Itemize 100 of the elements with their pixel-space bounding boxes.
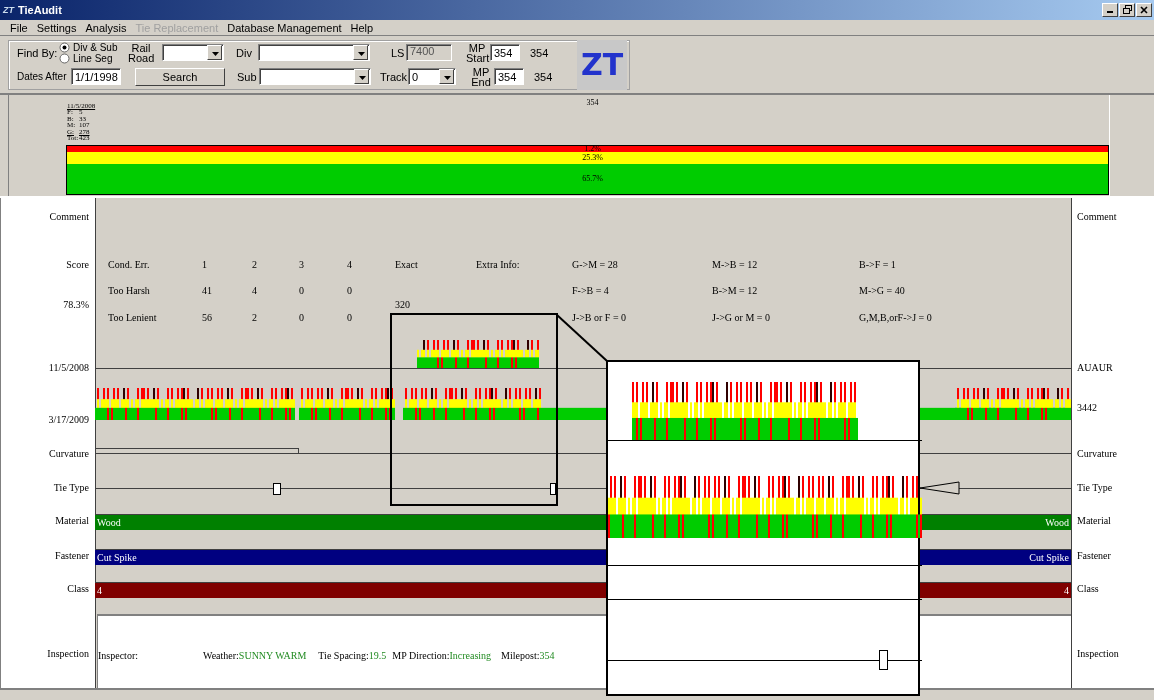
inspection-date: 3/17/2009	[48, 414, 89, 427]
inspection-field: Tie Spacing:19.5	[318, 650, 387, 663]
div-dropdown[interactable]	[258, 44, 370, 62]
row-label: Curvature	[1077, 448, 1117, 461]
radio-button[interactable]	[59, 52, 70, 64]
percent-label: 65.7%	[582, 176, 603, 183]
app-icon: ZT	[3, 4, 14, 15]
inspection-field: Milepost:354	[501, 650, 555, 663]
row-label: Inspection	[47, 648, 89, 661]
row-label: Comment	[1077, 211, 1117, 224]
close-icon	[1140, 5, 1148, 14]
row-label: Class	[1077, 583, 1099, 596]
score-value: 78.3%	[63, 299, 89, 312]
table-header: 2	[252, 259, 258, 273]
attribute-value: Wood	[97, 517, 121, 529]
caret-icon	[207, 45, 222, 61]
close-button[interactable]	[1136, 2, 1152, 17]
radio-button[interactable]	[59, 41, 70, 53]
caret-icon	[353, 45, 368, 61]
window-title: TieAudit	[18, 3, 63, 16]
table-cell-text: 0	[347, 312, 353, 326]
caret-icon	[354, 69, 369, 85]
mp-start-field[interactable]: 354	[490, 44, 520, 62]
caret-icon	[439, 69, 454, 85]
attribute-value: Cut Spike	[1029, 552, 1069, 564]
row-label: Comment	[49, 211, 89, 224]
table-cell-text: 56	[202, 312, 213, 326]
mp-start-label: MP Start	[466, 42, 488, 63]
table-cell-text: Too Harsh	[108, 285, 151, 299]
score-label: Score	[66, 259, 89, 272]
attribute-value: 4	[1064, 585, 1069, 597]
search-button[interactable]: Search	[135, 67, 225, 86]
railroad-label: Rail Road	[128, 42, 154, 63]
menu-item[interactable]: Settings	[36, 21, 77, 34]
dates-after-field[interactable]: 1/1/1998	[71, 68, 121, 86]
table-cell-text: G->M = 28	[572, 259, 619, 273]
table-cell-text: Too Lenient	[108, 312, 158, 326]
exact-value: 320	[395, 299, 411, 313]
mp-start-reading: 354	[530, 46, 549, 59]
table-header: Cond. Err.	[108, 259, 151, 273]
restore-button[interactable]	[1119, 2, 1135, 17]
inspection-code: AUAUR	[1077, 362, 1113, 375]
mp-end-field[interactable]: 354	[494, 68, 524, 86]
row-label: Material	[1077, 515, 1111, 528]
slider-handle[interactable]	[550, 483, 556, 496]
row-label: Tie Type	[1077, 482, 1113, 495]
row-label: Curvature	[49, 448, 89, 461]
div-label: Div	[236, 46, 253, 59]
percent-label: 25.3%	[582, 155, 603, 162]
attribute-value: 4	[97, 585, 102, 597]
table-header: 4	[347, 259, 353, 273]
row-label: Tie Type	[53, 482, 89, 495]
table-cell-text: 0	[347, 285, 353, 299]
menu-item[interactable]: Database Management	[227, 21, 342, 34]
dates-after-label: Dates After	[17, 71, 68, 83]
row-label: Fastener	[55, 550, 89, 563]
menu-item[interactable]: File	[10, 21, 28, 34]
milepost-label: 354	[586, 98, 599, 108]
table-cell-text: 4	[252, 285, 258, 299]
radio-label: Line Seg	[73, 52, 113, 64]
table-header: Extra Info:	[476, 259, 521, 273]
sub-dropdown[interactable]	[259, 68, 371, 86]
logo: ZT	[577, 39, 627, 90]
table-cell-text: 2	[252, 312, 258, 326]
restore-icon	[1122, 5, 1132, 15]
table-header: 3	[299, 259, 305, 273]
table-cell-text: 0	[299, 285, 305, 299]
row-label: Inspection	[1077, 648, 1119, 661]
menu-item[interactable]: Help	[350, 21, 374, 34]
mp-end-reading: 354	[534, 70, 553, 83]
attribute-value: Cut Spike	[97, 552, 137, 564]
table-header: 1	[202, 259, 208, 273]
inspection-field: MP Direction:Increasing	[392, 650, 492, 663]
table-cell-text: 0	[299, 312, 305, 326]
table-cell-text: 41	[202, 285, 213, 299]
radio-label: Div & Sub	[73, 41, 118, 53]
minimize-icon	[1107, 11, 1113, 14]
menu-item[interactable]: Analysis	[85, 21, 127, 34]
ls-label: LS	[391, 46, 406, 59]
table-cell-text: M->G = 40	[859, 285, 906, 299]
find-by-label: Find By:	[17, 46, 59, 59]
track-dropdown[interactable]: 0	[408, 68, 456, 86]
table-cell-text: B->M = 12	[712, 285, 759, 299]
minimize-button[interactable]	[1102, 2, 1118, 17]
inspection-date: 11/5/2008	[48, 362, 89, 375]
railroad-dropdown[interactable]	[162, 44, 224, 62]
table-cell-text: F->B = 4	[572, 285, 610, 299]
track-label: Track	[380, 70, 408, 83]
attribute-value: Wood	[1045, 517, 1069, 529]
table-cell-text: M->B = 12	[712, 259, 759, 273]
table-cell-text: B->F = 1	[859, 259, 897, 273]
row-label: Material	[55, 515, 89, 528]
sub-label: Sub	[237, 70, 258, 83]
slider-handle[interactable]	[273, 483, 281, 496]
table-cell-text: G,M,B,orF->J = 0	[859, 312, 933, 326]
inspection-field: Weather:SUNNY WARM	[203, 650, 307, 663]
row-label: Fastener	[1077, 550, 1111, 563]
inspection-code: 3442	[1077, 402, 1097, 415]
mp-end-label: MP End	[470, 66, 492, 87]
table-header: Exact	[395, 259, 419, 273]
